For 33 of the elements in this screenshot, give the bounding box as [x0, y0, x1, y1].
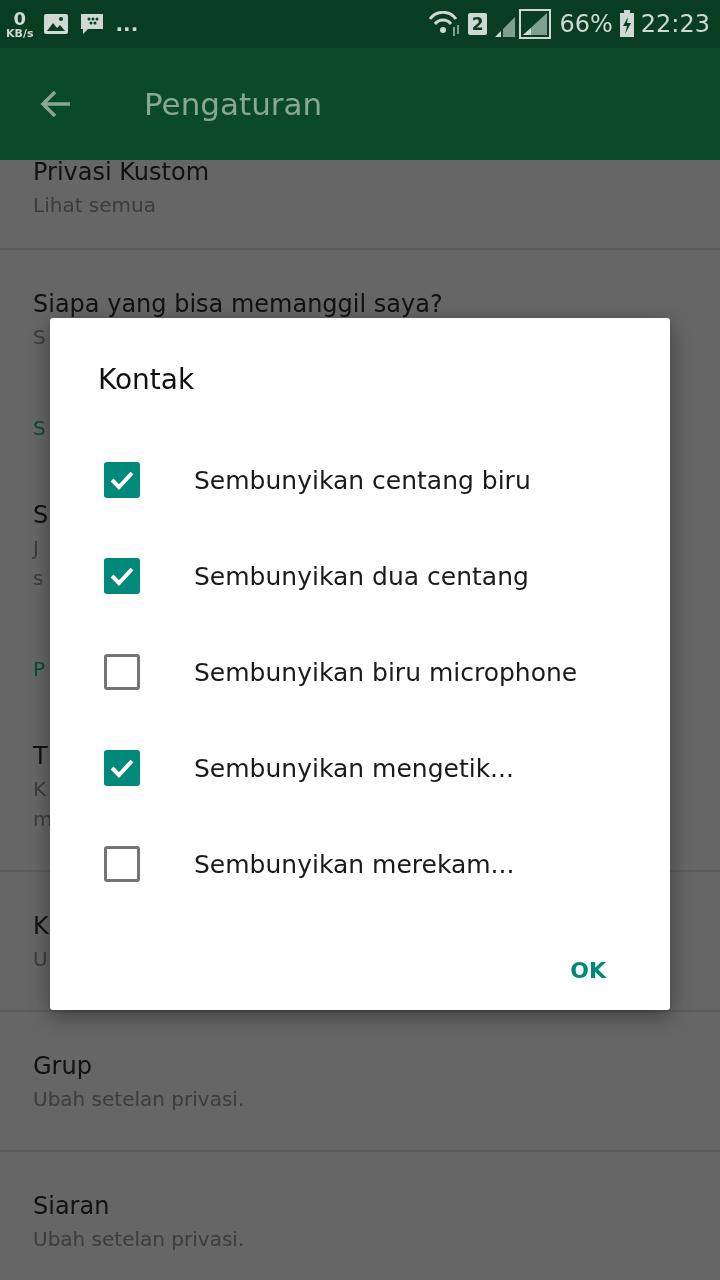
image-icon [43, 12, 70, 36]
setting-title: Siaran [33, 1191, 110, 1222]
checkbox[interactable] [104, 558, 140, 594]
wifi-icon [427, 11, 462, 37]
speed-unit: KB/s [6, 27, 34, 39]
option-label: Sembunyikan mengetik... [194, 753, 514, 783]
network-speed: 0 [13, 9, 26, 28]
setting-title: S [33, 500, 49, 531]
setting-title: T [33, 741, 48, 772]
checkbox[interactable] [104, 750, 140, 786]
checkbox[interactable] [104, 654, 140, 690]
ok-button[interactable]: OK [546, 944, 630, 997]
setting-title: Privasi Kustom [33, 157, 210, 188]
option-label: Sembunyikan dua centang [194, 561, 529, 591]
sim-badge: 2 [467, 13, 488, 35]
dialog-title: Kontak [98, 362, 195, 398]
battery-icon [618, 10, 635, 38]
checkbox[interactable] [104, 462, 140, 498]
option-label: Sembunyikan merekam... [194, 849, 515, 879]
clock: 22:23 [640, 10, 710, 38]
section-header: S [33, 416, 46, 440]
checkbox[interactable] [104, 846, 140, 882]
signal-icon [493, 9, 554, 39]
screen-title: Pengaturan [144, 86, 323, 122]
section-header: P [33, 657, 46, 681]
more-notifications: ... [115, 12, 139, 36]
battery-percent: 66% [559, 10, 613, 38]
setting-title: Grup [33, 1051, 92, 1082]
setting-title: Siapa yang bisa memanggil saya? [33, 289, 443, 320]
option-label: Sembunyikan biru microphone [194, 657, 578, 687]
setting-title: K [33, 911, 49, 942]
chat-icon [79, 12, 106, 36]
option-label: Sembunyikan centang biru [194, 465, 531, 495]
